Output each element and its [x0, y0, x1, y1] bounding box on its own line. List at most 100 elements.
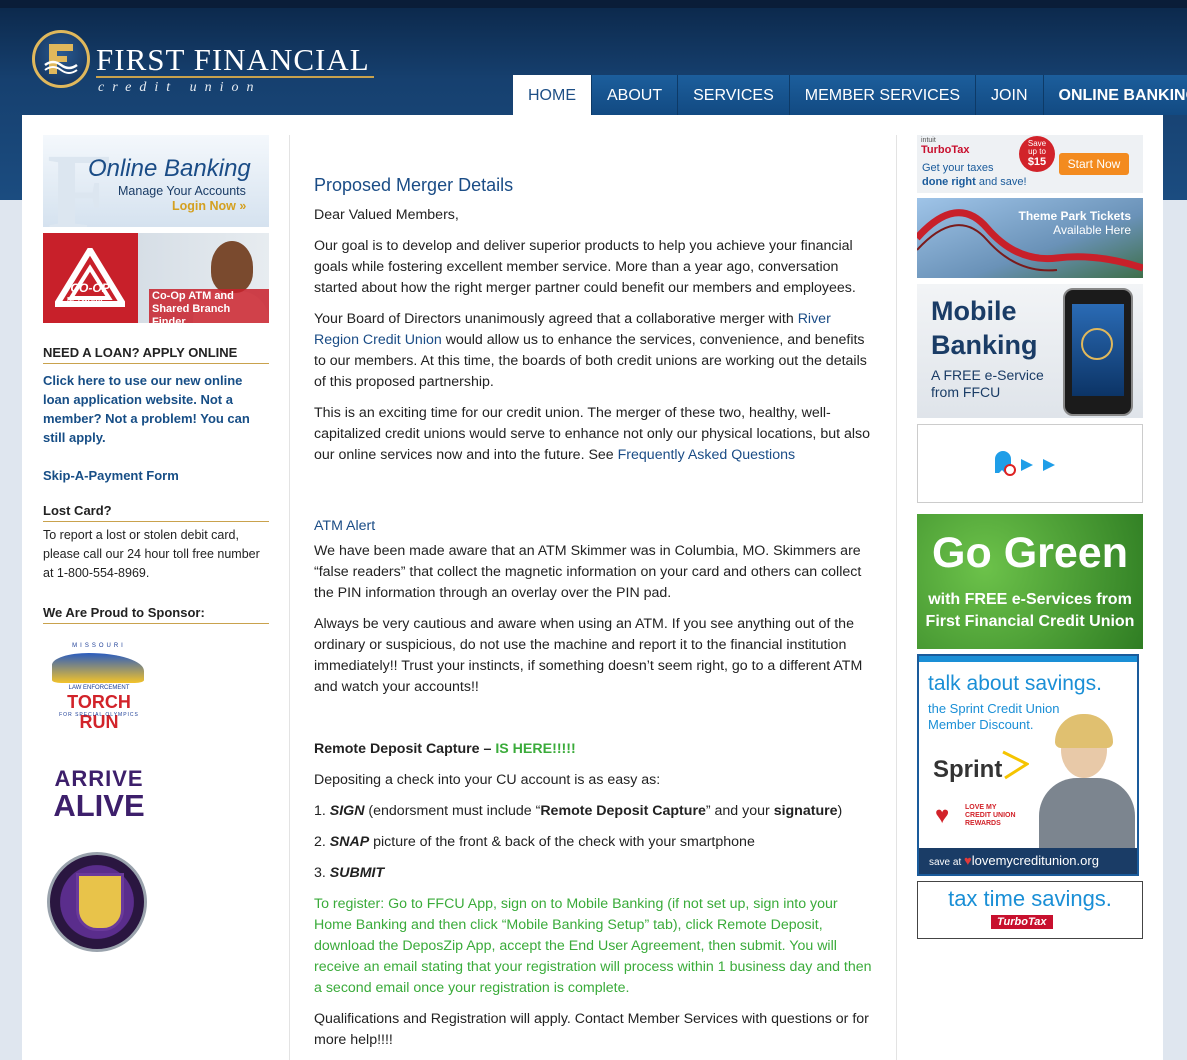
login-now-link[interactable]: Login Now »	[172, 199, 246, 213]
badge-line2: up to	[1028, 147, 1046, 156]
torch-run-top: MISSOURI	[72, 643, 126, 649]
turbotax-ad[interactable]: intuit TurboTax Get your taxes done righ…	[917, 135, 1143, 193]
qualifications-text: Qualifications and Registration will app…	[314, 1009, 874, 1051]
faq-link[interactable]: Frequently Asked Questions	[618, 447, 795, 463]
loan-application-link[interactable]: Click here to use our new online loan ap…	[43, 371, 269, 447]
rdc-step-3: 3. SUBMIT	[314, 863, 874, 884]
sprint-ad[interactable]: talk about savings. the Sprint Credit Un…	[917, 654, 1139, 876]
lost-card-section: Lost Card? To report a lost or stolen de…	[43, 503, 269, 583]
person-head-image	[211, 241, 253, 293]
turbotax-line2-bold: done right	[922, 176, 976, 188]
tax-time-brand: TurboTax	[991, 915, 1053, 929]
main-content: Proposed Merger Details Dear Valued Memb…	[314, 175, 874, 1051]
main-nav: HOME ABOUT SERVICES MEMBER SERVICES JOIN…	[513, 75, 1187, 115]
atm-paragraph-1: We have been made aware that an ATM Skim…	[314, 543, 862, 601]
go-green-sub-2: First Financial Credit Union	[925, 613, 1135, 630]
coop-caption-line2: Shared Branch Finder	[152, 303, 231, 323]
coop-atm-banner[interactable]: CO-OP NETWORK Co-Op ATM and Shared Branc…	[43, 233, 269, 323]
nav-online-banking[interactable]: ONLINE BANKING	[1042, 75, 1187, 115]
sponsor-heading: We Are Proud to Sponsor:	[43, 605, 269, 624]
turbotax-brand: TurboTax	[921, 144, 970, 156]
coop-caption: Co-Op ATM and Shared Branch Finder	[149, 289, 269, 323]
logo-divider	[96, 76, 374, 78]
sprint-footer: save at ♥lovemycreditunion.org	[919, 848, 1137, 874]
woman-on-phone-image	[1039, 714, 1135, 850]
loan-section: NEED A LOAN? APPLY ONLINE Click here to …	[43, 345, 269, 485]
save-badge: Save up to $15	[1019, 136, 1055, 172]
rdc-step-2: 2. SNAP picture of the front & back of t…	[314, 832, 874, 853]
rdc-here-text: IS HERE!!!!!	[495, 741, 576, 757]
mobile-banking-ad[interactable]: Mobile Banking A FREE e-Service from FFC…	[917, 284, 1143, 418]
turbotax-line2: done right and save!	[922, 176, 1027, 188]
sprint-brand: Sprint	[933, 756, 1003, 783]
coop-network-label: NETWORK	[67, 297, 104, 304]
go-green-sub: with FREE e-Services from First Financia…	[917, 589, 1143, 633]
coop-caption-line1: Co-Op ATM and	[152, 290, 234, 302]
step1-text-c: ” and your	[705, 803, 774, 819]
step1-text-e: )	[837, 803, 843, 819]
sponsor-crest-logo[interactable]	[47, 852, 147, 952]
mobile-title-1: Mobile	[931, 296, 1017, 326]
love-my-cu-label: LOVE MY CREDIT UNION REWARDS	[965, 804, 1016, 828]
nav-about[interactable]: ABOUT	[591, 75, 678, 115]
register-instructions: To register: Go to FFCU App, sign on to …	[314, 896, 872, 996]
phone-screen	[1072, 304, 1124, 396]
plugin-placeholder[interactable]	[917, 424, 1143, 503]
tax-time-headline: tax time savings.	[948, 886, 1112, 911]
nav-services[interactable]: SERVICES	[677, 75, 789, 115]
mobile-sub-2: from FFCU	[931, 384, 1001, 400]
greeting: Dear Valued Members,	[314, 207, 459, 223]
rdc-intro: Depositing a check into your CU account …	[314, 772, 661, 788]
nav-join[interactable]: JOIN	[975, 75, 1043, 115]
torch-run-bottom: FOR SPECIAL OLYMPICS	[59, 712, 139, 718]
sprint-top-bar	[919, 656, 1137, 662]
save-at-text: save at	[929, 857, 965, 868]
go-green-title: Go Green	[932, 529, 1128, 577]
mobile-sub-1: A FREE e-Service	[931, 367, 1044, 383]
love-line3: REWARDS	[965, 820, 1001, 827]
skip-a-payment-link[interactable]: Skip-A-Payment Form	[43, 466, 269, 485]
arrive-alive-logo[interactable]: ARRIVE ALIVE	[45, 767, 153, 823]
step2-number: 2.	[314, 834, 330, 850]
smartphone-icon	[1063, 288, 1133, 416]
intuit-label: intuit	[921, 137, 936, 144]
loan-heading: NEED A LOAN? APPLY ONLINE	[43, 345, 269, 364]
tax-time-ad[interactable]: tax time savings. TurboTax	[917, 881, 1143, 939]
logo-emblem-icon	[32, 30, 90, 88]
sponsor-section: We Are Proud to Sponsor:	[43, 605, 269, 624]
torch-run-logo[interactable]: MISSOURI LAW ENFORCEMENT TORCH RUN FOR S…	[46, 643, 152, 732]
theme-park-line2: Available Here	[1053, 223, 1131, 237]
step1-text-d: signature	[773, 803, 838, 819]
love-line1: LOVE MY	[965, 804, 997, 811]
mobile-banking-title: Mobile Banking	[931, 294, 1038, 362]
phone-logo-icon	[1081, 328, 1113, 360]
merger-paragraph-2: Your Board of Directors unanimously agre…	[314, 309, 874, 393]
heart-small-icon: ♥	[964, 853, 972, 868]
torch-run-mid: LAW ENFORCEMENT	[68, 685, 130, 691]
p2-text-a: Your Board of Directors unanimously agre…	[314, 311, 798, 327]
online-banking-subtitle: Manage Your Accounts	[118, 184, 246, 198]
turbotax-line1: Get your taxes	[922, 162, 994, 174]
nav-member-services[interactable]: MEMBER SERVICES	[788, 75, 976, 115]
step1-text-b: Remote Deposit Capture	[540, 803, 706, 819]
go-green-ad[interactable]: Go Green with FREE e-Services from First…	[917, 514, 1143, 649]
qual-text-a: Qualifications and Registration will app…	[314, 1011, 575, 1027]
step1-text-a: (endorsment must include “	[364, 803, 541, 819]
logo-subtitle: credit union	[98, 80, 262, 95]
alive-text: ALIVE	[53, 788, 145, 823]
online-banking-banner[interactable]: F Online Banking Manage Your Accounts Lo…	[43, 135, 269, 227]
theme-park-ad[interactable]: Theme Park Tickets Available Here	[917, 198, 1143, 278]
online-banking-title: Online Banking	[88, 155, 251, 182]
lovemycu-link[interactable]: lovemycreditunion.org	[972, 853, 1099, 868]
torch-flame-icon	[52, 653, 144, 683]
mobile-title-2: Banking	[931, 330, 1038, 360]
torch-run-frame: MISSOURI LAW ENFORCEMENT TORCH RUN FOR S…	[46, 643, 152, 732]
turbotax-line2-rest: and save!	[975, 176, 1027, 188]
nav-home[interactable]: HOME	[513, 75, 591, 115]
rdc-step-1: 1. SIGN (endorsment must include “Remote…	[314, 801, 874, 822]
column-divider-left	[289, 135, 290, 1060]
sprint-headline: talk about savings.	[928, 672, 1102, 695]
start-now-button[interactable]: Start Now	[1059, 153, 1129, 175]
step1-number: 1.	[314, 803, 330, 819]
logo-title: FIRST FINANCIAL	[96, 42, 370, 77]
